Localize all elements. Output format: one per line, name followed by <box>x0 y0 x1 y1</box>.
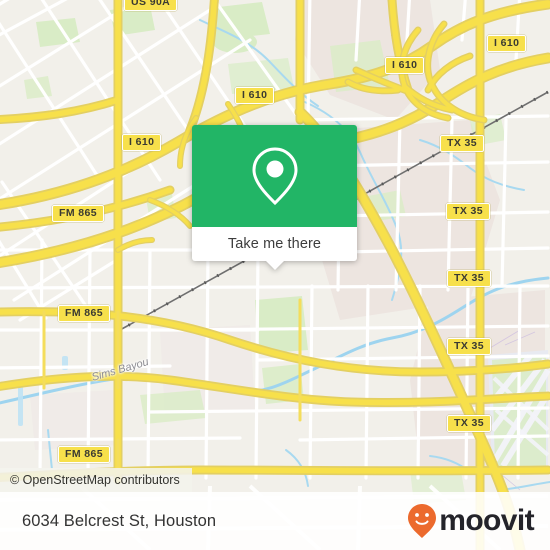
shield-tx-35-3: TX 35 <box>447 270 492 287</box>
popup-green-panel <box>192 125 357 227</box>
popup-pointer-tail <box>265 261 284 270</box>
shield-i-610-mid: I 610 <box>235 87 275 104</box>
shield-fm-865-1: FM 865 <box>52 205 104 222</box>
shield-i-610-right: I 610 <box>487 35 527 52</box>
shield-tx-35-5: TX 35 <box>447 415 492 432</box>
shield-fm-865-3: FM 865 <box>58 446 110 463</box>
shield-tx-35-1: TX 35 <box>440 135 485 152</box>
popup-action-panel[interactable]: Take me there <box>192 227 357 270</box>
map-screen: US 90A I 610 I 610 I 610 I 610 TX 35 TX … <box>0 0 550 550</box>
address-label: 6034 Belcrest St, Houston <box>22 511 217 530</box>
shield-tx-35-2: TX 35 <box>446 203 491 220</box>
moovit-logo[interactable]: moovit <box>407 503 535 539</box>
take-me-there-label: Take me there <box>227 236 322 252</box>
shield-tx-35-4: TX 35 <box>447 338 492 355</box>
shield-i-610-top: I 610 <box>385 57 425 74</box>
shield-us-90a-top: US 90A <box>124 0 178 11</box>
destination-popup[interactable]: Take me there <box>192 125 357 270</box>
map-attribution[interactable]: © OpenStreetMap contributors <box>0 468 192 492</box>
shield-i-610-left: I 610 <box>122 134 162 151</box>
bottom-bar: 6034 Belcrest St, Houston moovit <box>0 492 550 550</box>
moovit-wordmark: moovit <box>439 504 534 537</box>
shield-fm-865-2: FM 865 <box>58 305 110 322</box>
attribution-text: © OpenStreetMap contributors <box>10 473 180 487</box>
moovit-smiley-pin-icon <box>408 504 437 538</box>
location-pin-icon <box>251 147 298 206</box>
